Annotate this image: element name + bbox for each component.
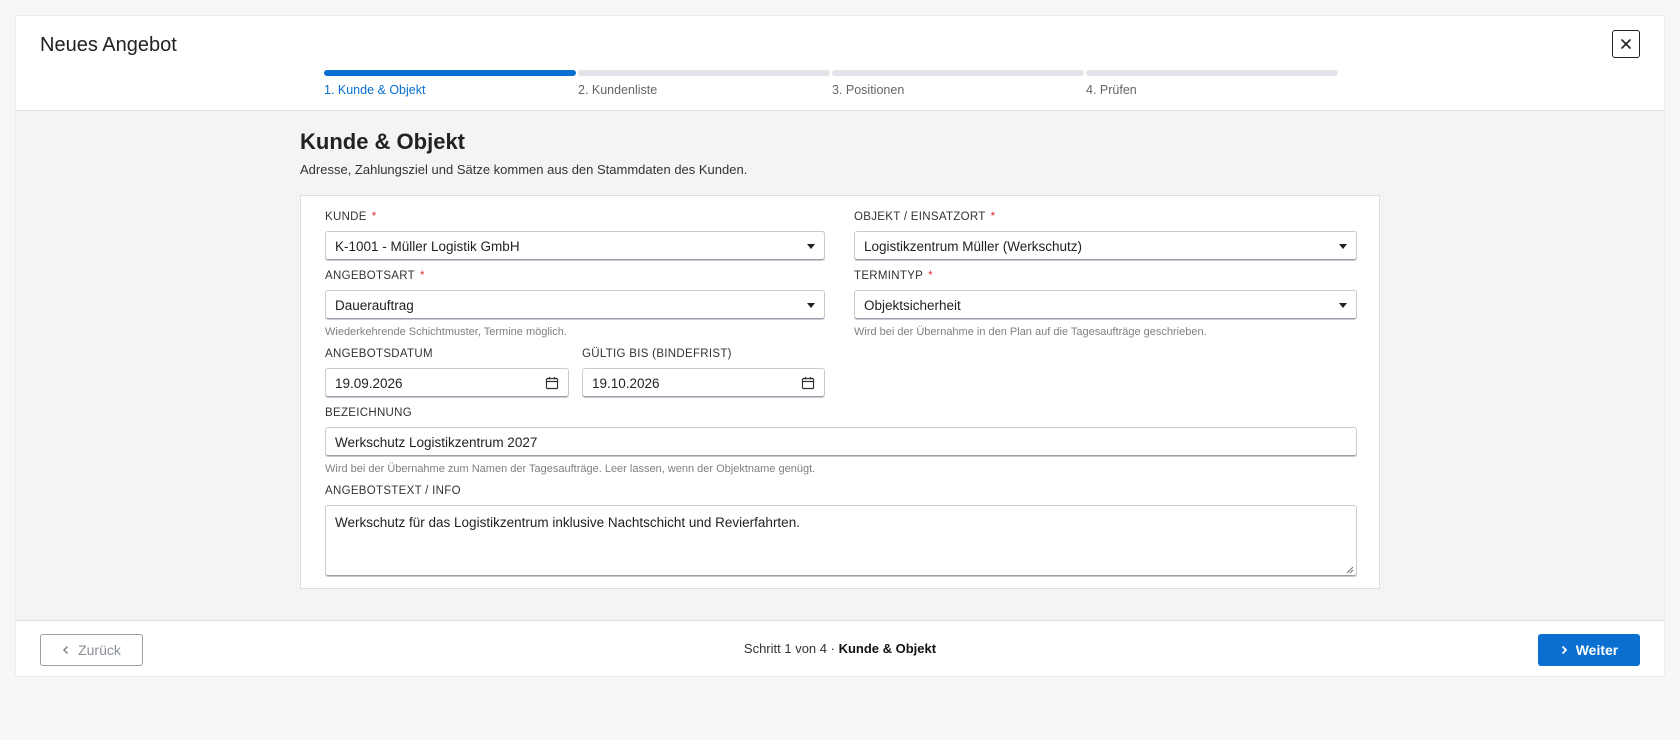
- offer-date-field: Angebotsdatum 19.09.2026: [325, 348, 569, 398]
- object-value: Logistikzentrum Müller (Werkschutz): [864, 238, 1083, 254]
- step-progress-bar: [578, 70, 830, 76]
- appointment-type-label: Termintyp: [854, 270, 924, 282]
- offer-type-label: Angebotsart: [325, 270, 415, 282]
- designation-hint: Wird bei der Übernahme zum Namen der Tag…: [325, 463, 816, 475]
- step-1[interactable]: 1. Kunde & Objekt: [324, 70, 576, 97]
- object-select[interactable]: Logistikzentrum Müller (Werkschutz): [854, 231, 1357, 261]
- section-heading: Kunde & Objekt Adresse, Zahlungsziel und…: [300, 129, 1380, 177]
- customer-field: Kunde * K-1001 - Müller Logistik GmbH: [325, 211, 825, 261]
- appointment-type-value: Objektsicherheit: [864, 297, 961, 313]
- calendar-icon[interactable]: [545, 376, 559, 390]
- calendar-icon[interactable]: [801, 376, 815, 390]
- designation-label: Bezeichnung: [325, 407, 413, 419]
- step-label: 3. Positionen: [832, 83, 905, 97]
- offer-text-label: Angebotstext / Info: [325, 485, 461, 497]
- step-status: Schritt 1 von 4 · Kunde & Objekt: [16, 641, 1664, 656]
- dialog-header: Neues Angebot 1. Kunde & Objekt 2. Kunde…: [16, 16, 1664, 111]
- section-title: Kunde & Objekt: [300, 129, 466, 154]
- designation-field: Bezeichnung Werkschutz Logistikzentrum 2…: [325, 407, 1357, 475]
- required-marker: *: [420, 270, 425, 282]
- offer-type-hint: Wiederkehrende Schichtmuster, Termine mö…: [325, 326, 567, 338]
- section-subtitle: Adresse, Zahlungsziel und Sätze kommen a…: [300, 162, 748, 177]
- step-4[interactable]: 4. Prüfen: [1086, 70, 1338, 97]
- chevron-down-icon: [1339, 243, 1347, 249]
- step-progress-bar: [832, 70, 1084, 76]
- offer-type-select[interactable]: Dauerauftrag: [325, 290, 825, 320]
- appointment-type-hint: Wird bei der Übernahme in den Plan auf d…: [854, 326, 1207, 338]
- resize-handle-icon[interactable]: [1345, 565, 1354, 574]
- offer-date-input[interactable]: 19.09.2026: [325, 368, 569, 398]
- next-button-label: Weiter: [1575, 642, 1619, 658]
- step-3[interactable]: 3. Positionen: [832, 70, 1084, 97]
- chevron-down-icon: [1339, 302, 1347, 308]
- required-marker: *: [990, 211, 996, 223]
- valid-until-label: Gültig bis (Bindefrist): [582, 348, 732, 360]
- step-label: 1. Kunde & Objekt: [324, 83, 426, 97]
- required-marker: *: [371, 211, 377, 223]
- step-status-prefix: Schritt 1 von 4 ·: [743, 641, 835, 656]
- appointment-type-select[interactable]: Objektsicherheit: [854, 290, 1357, 320]
- offer-type-value: Dauerauftrag: [335, 297, 414, 313]
- chevron-down-icon: [807, 243, 815, 249]
- designation-value: Werkschutz Logistikzentrum 2027: [335, 434, 538, 450]
- customer-label: Kunde: [325, 211, 367, 223]
- appointment-type-field: Termintyp * Objektsicherheit Wird bei der…: [854, 270, 1357, 338]
- valid-until-field: Gültig bis (Bindefrist) 19.10.2026: [582, 348, 825, 398]
- offer-text-field: Angebotstext / Info Werkschutz für das L…: [325, 485, 1357, 577]
- designation-input[interactable]: Werkschutz Logistikzentrum 2027: [325, 427, 1357, 457]
- required-marker: *: [928, 270, 933, 282]
- valid-until-value: 19.10.2026: [592, 375, 660, 391]
- offer-text-textarea[interactable]: Werkschutz für das Logistikzentrum inklu…: [325, 505, 1357, 577]
- chevron-right-icon: [1561, 645, 1567, 655]
- close-button[interactable]: [1612, 30, 1640, 58]
- offer-text-value: Werkschutz für das Logistikzentrum inklu…: [335, 515, 800, 530]
- customer-select[interactable]: K-1001 - Müller Logistik GmbH: [325, 231, 825, 261]
- step-progress-bar: [1086, 70, 1338, 76]
- step-2[interactable]: 2. Kundenliste: [578, 70, 830, 97]
- offer-date-label: Angebotsdatum: [325, 348, 433, 360]
- new-offer-dialog: Neues Angebot 1. Kunde & Objekt 2. Kunde…: [16, 16, 1664, 676]
- customer-value: K-1001 - Müller Logistik GmbH: [335, 238, 520, 254]
- dialog-title: Neues Angebot: [40, 34, 177, 56]
- valid-until-input[interactable]: 19.10.2026: [582, 368, 825, 398]
- close-icon: [1621, 39, 1631, 49]
- stepper: 1. Kunde & Objekt 2. Kundenliste 3. Posi…: [324, 70, 1340, 100]
- step-status-current: Kunde & Objekt: [838, 641, 937, 656]
- offer-date-value: 19.09.2026: [335, 375, 403, 391]
- object-label: Objekt / Einsatzort: [854, 211, 986, 223]
- chevron-down-icon: [807, 302, 815, 308]
- object-field: Objekt / Einsatzort * Logistikzentrum Mül…: [854, 211, 1357, 261]
- form-card: Kunde * K-1001 - Müller Logistik GmbH Obj…: [300, 195, 1380, 589]
- step-label: 2. Kundenliste: [578, 83, 658, 97]
- step-progress-bar: [324, 70, 576, 76]
- dialog-footer: Zurück Schritt 1 von 4 · Kunde & Objekt …: [16, 620, 1664, 676]
- next-button[interactable]: Weiter: [1538, 634, 1640, 666]
- step-label: 4. Prüfen: [1086, 83, 1137, 97]
- offer-type-field: Angebotsart * Dauerauftrag Wiederkehrende…: [325, 270, 825, 338]
